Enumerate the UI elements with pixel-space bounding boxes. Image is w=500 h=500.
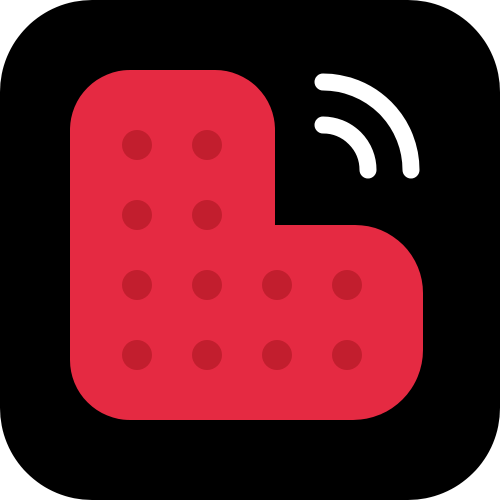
dot: [122, 340, 152, 370]
dot: [262, 270, 292, 300]
dot: [192, 270, 222, 300]
app-icon-graphic: [0, 0, 500, 500]
dot: [122, 130, 152, 160]
app-icon[interactable]: [0, 0, 500, 500]
dot: [122, 270, 152, 300]
dot: [332, 270, 362, 300]
dot: [332, 340, 362, 370]
dot: [192, 200, 222, 230]
dot: [192, 130, 222, 160]
dot: [262, 340, 292, 370]
dot: [122, 200, 152, 230]
dot: [192, 340, 222, 370]
